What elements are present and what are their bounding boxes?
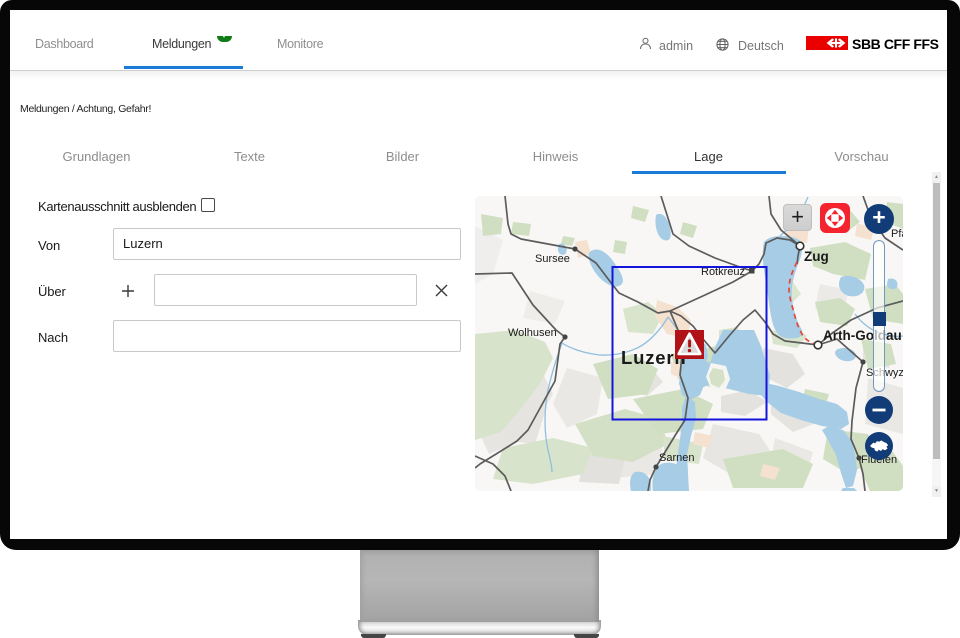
svg-text:Zug: Zug — [804, 249, 829, 264]
svg-text:Sursee: Sursee — [535, 253, 570, 265]
svg-text:Wolhusen: Wolhusen — [508, 327, 557, 339]
svg-text:Pfä: Pfä — [891, 228, 903, 240]
svg-text:Sarnen: Sarnen — [659, 452, 694, 464]
svg-text:Arth-Goldau: Arth-Goldau — [823, 328, 902, 343]
